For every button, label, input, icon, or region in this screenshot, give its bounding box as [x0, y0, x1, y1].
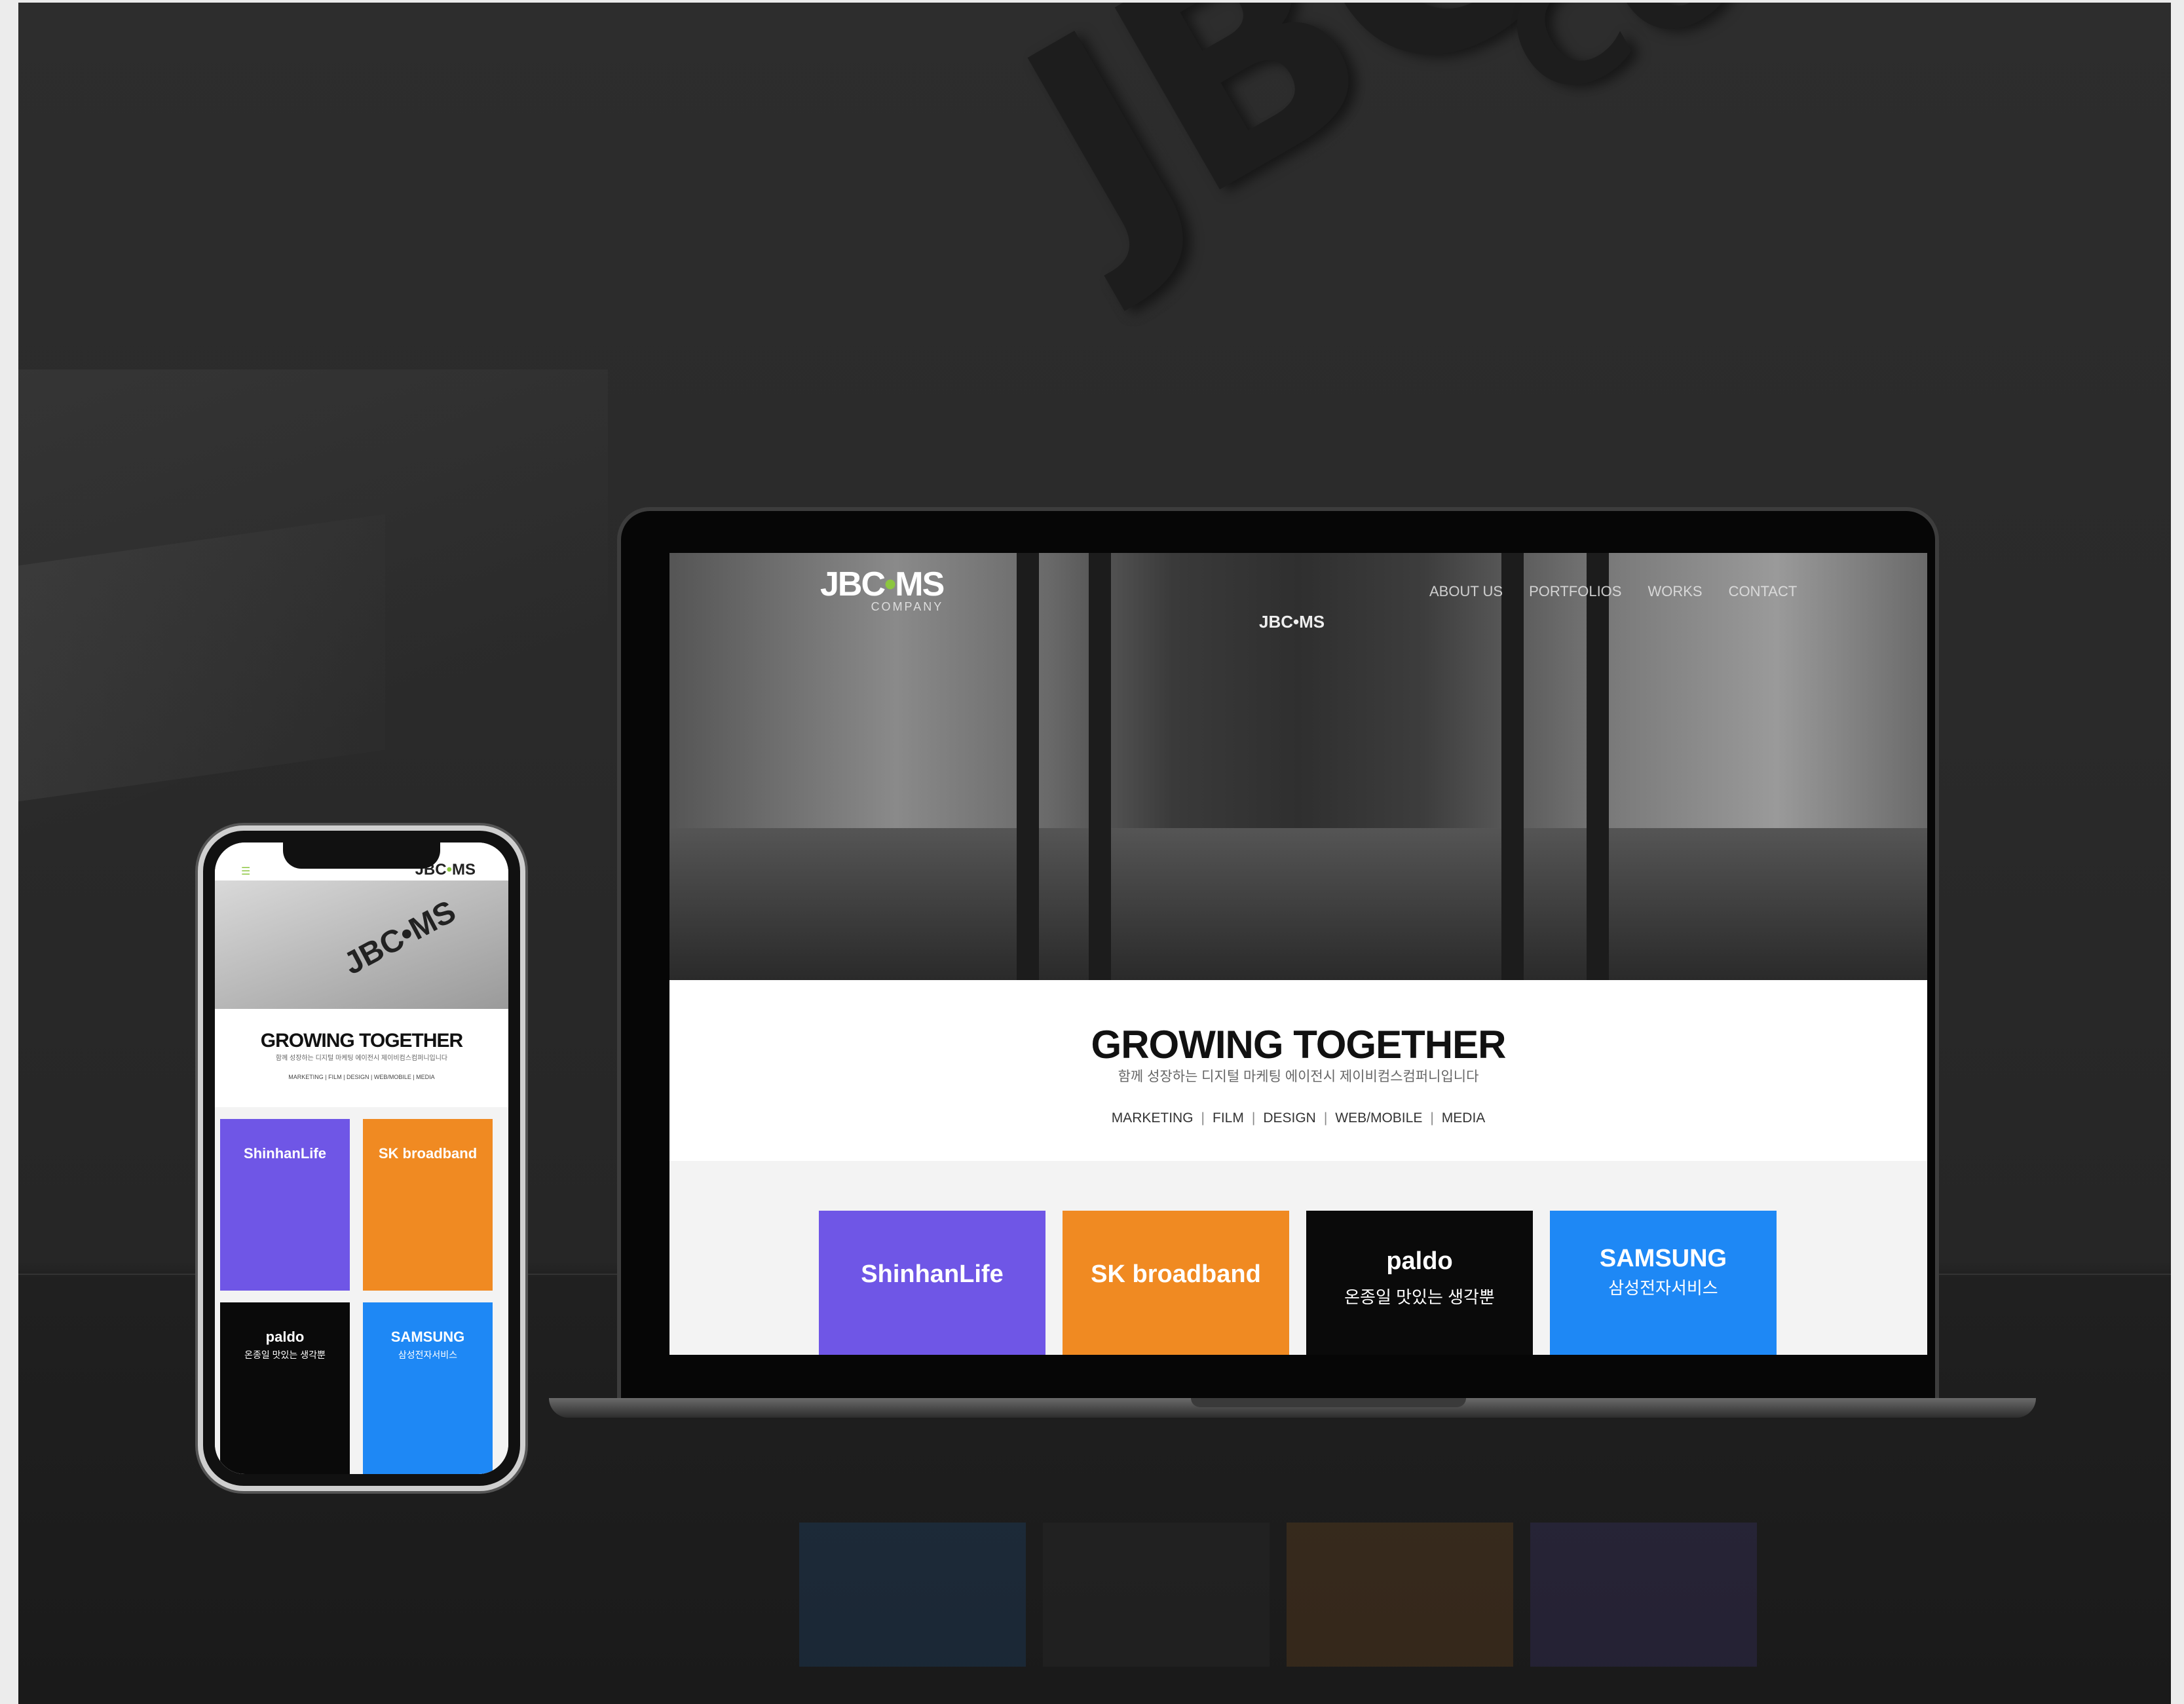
category-web-mobile[interactable]: WEB/MOBILE: [1335, 1110, 1422, 1126]
nav-portfolios[interactable]: PORTFOLIOS: [1529, 583, 1621, 600]
work-card-title: SAMSUNG: [1599, 1245, 1727, 1272]
mobile-work-card-subtitle: 삼성전자서비스: [398, 1350, 458, 1360]
wall-logo: JBC•MS COMPANY: [976, 3, 2171, 312]
work-card-shinhanlife[interactable]: ShinhanLife: [819, 1211, 1045, 1355]
work-card-title: SK broadband: [1091, 1260, 1261, 1288]
mockup-stage: JBC•MS COMPANY JBC•MS COMPANY JBC•MS: [18, 3, 2171, 1704]
reflection-card: [799, 1523, 1026, 1667]
mobile-hero: JBC•MS: [215, 880, 508, 1009]
work-card-samsung[interactable]: SAMSUNG 삼성전자서비스: [1550, 1211, 1777, 1355]
mobile-work-card-subtitle: 온종일 맛있는 생각뿐: [244, 1350, 326, 1360]
mobile-tagline: 함께 성장하는 디지털 마케팅 에이전시 제이비컴스컴퍼니입니다: [275, 1055, 448, 1062]
work-card-subtitle: 삼성전자서비스: [1608, 1278, 1718, 1298]
nav-about-us[interactable]: ABOUT US: [1429, 583, 1503, 600]
mobile-work-card-title: SAMSUNG: [390, 1329, 465, 1345]
hero-office-sign: JBC•MS: [1259, 612, 1325, 632]
reflection-card: [1287, 1523, 1513, 1667]
hero-pillar: [1501, 553, 1524, 980]
hero-section: JBC•MS COMPANY JBC•MS ABOUT US PORTFOLIO…: [669, 553, 1927, 980]
hero-pillar: [1089, 553, 1111, 980]
mobile-works-grid: ShinhanLife SK broadband paldo 온종일 맛있는 생…: [215, 1107, 508, 1474]
hero-floor: [669, 828, 1927, 980]
hero-pillar: [1017, 553, 1039, 980]
category-media[interactable]: MEDIA: [1442, 1110, 1486, 1126]
wall-logo-sub: COMPANY: [1478, 3, 2171, 138]
mobile-work-card-paldo[interactable]: paldo 온종일 맛있는 생각뿐: [220, 1302, 350, 1474]
works-section: ShinhanLife SK broadband paldo 온종일 맛있는 생…: [669, 1161, 1927, 1355]
tagline: 함께 성장하는 디지털 마케팅 에이전시 제이비컴스컴퍼니입니다: [1118, 1069, 1479, 1084]
category-separator: |: [1430, 1110, 1434, 1126]
category-separator: |: [1201, 1110, 1205, 1126]
reflection-card: [1043, 1523, 1270, 1667]
work-card-title: paldo: [1386, 1247, 1453, 1275]
mobile-work-card-shinhanlife[interactable]: ShinhanLife: [220, 1119, 350, 1291]
laptop-mockup: JBC•MS COMPANY JBC•MS ABOUT US PORTFOLIO…: [549, 507, 2036, 1444]
hero-pillar: [1587, 553, 1609, 980]
laptop-hinge-notch: [1191, 1398, 1466, 1407]
category-separator: |: [1251, 1110, 1256, 1126]
mobile-logo-part2: MS: [452, 861, 476, 879]
work-card-subtitle: 온종일 맛있는 생각뿐: [1344, 1287, 1495, 1307]
mobile-intro: GROWING TOGETHER 함께 성장하는 디지털 마케팅 에이전시 제이…: [215, 1009, 508, 1107]
laptop-reflection: [650, 1490, 1908, 1686]
category-links: MARKETING | FILM | DESIGN | WEB/MOBILE | MEDIA: [669, 1110, 1927, 1126]
nav-works[interactable]: WORKS: [1647, 583, 1702, 600]
reflection-card: [1530, 1523, 1757, 1667]
nav-contact[interactable]: CONTACT: [1729, 583, 1798, 600]
category-film[interactable]: FILM: [1213, 1110, 1244, 1126]
mobile-work-card-samsung[interactable]: SAMSUNG 삼성전자서비스: [363, 1302, 493, 1474]
mobile-work-card-title: SK broadband: [378, 1145, 478, 1162]
category-separator: |: [1323, 1110, 1328, 1126]
phone-mockup: ☰ JBC•MS JBC•MS GROWING TOGETHER 함께 성장하는…: [198, 825, 525, 1491]
phone-notch: [283, 843, 440, 869]
laptop-lid: JBC•MS COMPANY JBC•MS ABOUT US PORTFOLIO…: [617, 507, 1939, 1406]
logo-dot: •: [884, 565, 896, 603]
mobile-categories[interactable]: MARKETING | FILM | DESIGN | WEB/MOBILE |…: [215, 1074, 508, 1080]
mobile-work-card-title: ShinhanLife: [244, 1145, 326, 1162]
category-marketing[interactable]: MARKETING: [1112, 1110, 1194, 1126]
menu-icon[interactable]: ☰: [241, 865, 250, 878]
phone-screen: ☰ JBC•MS JBC•MS GROWING TOGETHER 함께 성장하는…: [215, 843, 508, 1474]
headline: GROWING TOGETHER: [1091, 1023, 1507, 1067]
mobile-hero-wall-logo: JBC•MS: [338, 894, 462, 982]
work-card-paldo[interactable]: paldo 온종일 맛있는 생각뿐: [1306, 1211, 1533, 1355]
category-design[interactable]: DESIGN: [1263, 1110, 1316, 1126]
logo-part2: MS: [895, 565, 945, 603]
work-card-title: ShinhanLife: [861, 1260, 1004, 1288]
intro-section: GROWING TOGETHER 함께 성장하는 디지털 마케팅 에이전시 제이…: [669, 980, 1927, 1161]
mobile-headline: GROWING TOGETHER: [260, 1030, 463, 1051]
site-logo[interactable]: JBC•MS COMPANY: [820, 565, 945, 614]
main-nav: ABOUT US PORTFOLIOS WORKS CONTACT: [1429, 583, 1797, 600]
work-card-sk-broadband[interactable]: SK broadband: [1063, 1211, 1289, 1355]
mobile-work-card-title: paldo: [265, 1329, 305, 1345]
mobile-logo-dot: •: [446, 861, 452, 879]
laptop-screen: JBC•MS COMPANY JBC•MS ABOUT US PORTFOLIO…: [669, 553, 1927, 1355]
logo-part1: JBC: [820, 565, 886, 603]
mobile-work-card-sk-broadband[interactable]: SK broadband: [363, 1119, 493, 1291]
